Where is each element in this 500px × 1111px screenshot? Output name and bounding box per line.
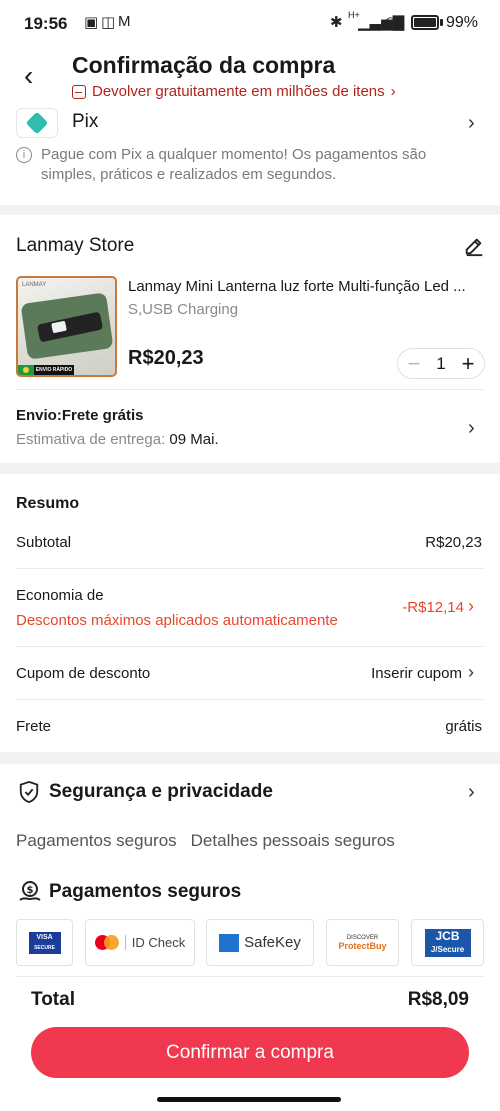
delivery-estimate: Estimativa de entrega: 09 Mai. xyxy=(16,431,219,448)
free-return-banner[interactable]: Devolver gratuitamente em milhões de ite… xyxy=(72,83,396,100)
product-price: R$20,23 xyxy=(128,347,204,369)
brazil-flag-icon xyxy=(18,365,34,375)
visa-sub: SECURE xyxy=(34,944,55,951)
section-divider xyxy=(0,205,500,215)
info-icon: i xyxy=(16,147,32,163)
return-box-icon xyxy=(72,84,86,99)
savings-label: Economia de xyxy=(16,587,104,604)
discover-label: ProtectBuy xyxy=(338,940,387,951)
battery-tip xyxy=(440,19,443,26)
increase-quantity-button[interactable]: + xyxy=(458,352,478,375)
free-return-text: Devolver gratuitamente em milhões de ite… xyxy=(92,83,385,100)
notification-icon: ▣ xyxy=(84,14,99,31)
payment-method-label[interactable]: Pix xyxy=(72,111,98,133)
jcb-logo: JCB J/Secure xyxy=(424,928,471,957)
payment-chevron-icon[interactable]: › xyxy=(468,112,475,135)
page-title: Confirmação da compra xyxy=(72,52,336,78)
amex-logo xyxy=(219,933,240,952)
total-label: Total xyxy=(31,989,75,1010)
security-tags: Pagamentos seguros Detalhes pessoais seg… xyxy=(16,831,395,851)
shield-check-icon xyxy=(19,780,39,804)
divider xyxy=(16,389,484,390)
product-variant: S,USB Charging xyxy=(128,301,239,318)
coupon-label: Cupom de desconto xyxy=(16,665,151,682)
battery-icon xyxy=(411,15,439,30)
product-title[interactable]: Lanmay Mini Lanterna luz forte Multi-fun… xyxy=(128,278,488,295)
quantity-stepper: − 1 + xyxy=(397,348,485,379)
security-chevron-icon[interactable]: › xyxy=(468,781,475,804)
home-indicator[interactable] xyxy=(157,1097,341,1102)
divider xyxy=(16,976,484,977)
edit-pencil-icon[interactable] xyxy=(463,235,485,257)
back-arrow-icon[interactable]: ‹ xyxy=(24,62,33,90)
shipping-cost-value: grátis xyxy=(445,718,482,735)
jcb-badge: JCB J/Secure xyxy=(411,919,484,966)
fast-shipping-tag: ENVIO RÁPIDO xyxy=(34,365,74,375)
visa-secure-badge: VISA SECURE xyxy=(16,919,73,966)
coupon-value[interactable]: Inserir cupom xyxy=(371,665,462,682)
status-time: 19:56 xyxy=(24,14,68,33)
secure-payments-title: Pagamentos seguros xyxy=(49,881,242,902)
signal-icon: ▁▃▅▇ xyxy=(358,14,405,31)
mail-icon: M xyxy=(118,13,131,30)
pix-icon xyxy=(25,111,49,135)
mastercard-label: ID Check xyxy=(124,935,185,950)
pix-info-text: Pague com Pix a qualquer momento! Os pag… xyxy=(41,146,427,183)
decrease-quantity-button[interactable]: − xyxy=(404,352,424,375)
shipping-chevron-icon[interactable]: › xyxy=(468,417,475,440)
savings-value[interactable]: -R$12,14 xyxy=(402,599,464,616)
discover-badge: DISCOVER ProtectBuy xyxy=(326,919,399,966)
status-bar: 19:56 ▣ ◫ M ✱ H+ ▁▃▅▇ ◠ 99% xyxy=(0,0,500,48)
pix-logo xyxy=(16,108,58,138)
section-divider xyxy=(0,463,500,474)
shipping-title[interactable]: Envio:Frete grátis xyxy=(16,407,144,424)
visa-brand: VISA xyxy=(36,933,53,941)
subtotal-value: R$20,23 xyxy=(425,534,482,551)
mastercard-badge: ID Check xyxy=(85,919,195,966)
total-value: R$8,09 xyxy=(407,989,469,1010)
shipping-cost-label: Frete xyxy=(16,718,52,735)
store-name: Lanmay Store xyxy=(16,235,135,256)
security-tag: Pagamentos seguros xyxy=(16,831,177,850)
thumbnail-brand: LANMAY xyxy=(22,282,47,288)
jcb-sub: J/Secure xyxy=(430,944,465,954)
secure-payment-icon: $ xyxy=(19,881,41,901)
quantity-value: 1 xyxy=(436,353,446,373)
confirm-purchase-button[interactable]: Confirmar a compra xyxy=(31,1027,469,1078)
chevron-right-icon: › xyxy=(390,83,396,100)
product-thumbnail[interactable]: LANMAY ENVIO RÁPIDO xyxy=(16,276,117,377)
amex-safekey-badge: SafeKey xyxy=(206,919,314,966)
section-divider xyxy=(0,752,500,764)
mastercard-logo xyxy=(94,935,119,950)
jcb-brand: JCB xyxy=(435,928,460,943)
svg-text:$: $ xyxy=(27,885,34,896)
bluetooth-icon: ✱ xyxy=(330,14,343,31)
divider xyxy=(16,699,484,700)
divider xyxy=(16,568,484,569)
delivery-estimate-date: 09 Mai. xyxy=(169,431,219,448)
divider xyxy=(16,646,484,647)
amex-label: SafeKey xyxy=(244,934,301,951)
summary-title: Resumo xyxy=(16,495,80,512)
security-title[interactable]: Segurança e privacidade xyxy=(49,781,273,803)
delivery-estimate-label: Estimativa de entrega: xyxy=(16,431,166,448)
shopping-bag-icon: ◫ xyxy=(101,14,116,31)
coupon-chevron-icon[interactable]: › xyxy=(468,662,474,683)
savings-chevron-icon[interactable]: › xyxy=(468,596,474,617)
security-tag: Detalhes pessoais seguros xyxy=(190,831,395,850)
wifi-icon: ◠ xyxy=(384,14,398,31)
visa-logo: VISA SECURE xyxy=(28,931,61,954)
battery-percent: 99% xyxy=(446,14,479,31)
subtotal-label: Subtotal xyxy=(16,534,72,551)
savings-note: Descontos máximos aplicados automaticame… xyxy=(16,612,338,629)
